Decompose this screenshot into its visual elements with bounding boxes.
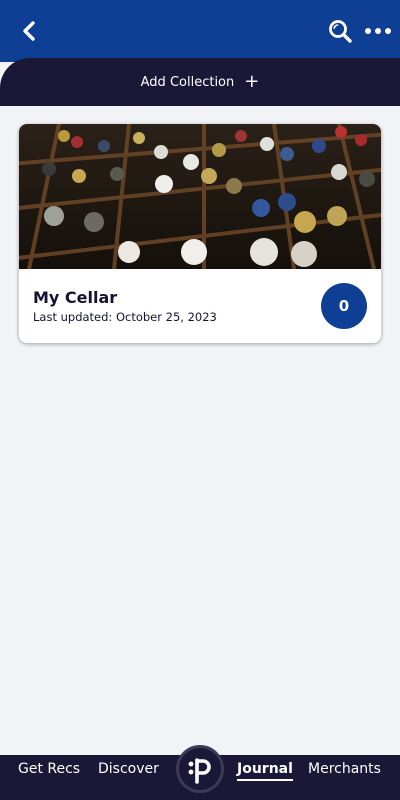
add-collection-button[interactable]: Add Collection + [0,58,400,106]
top-app-bar [0,0,400,62]
wine-bottles-image [19,124,381,269]
collection-count-badge: 0 [321,283,367,329]
collection-title: My Cellar [33,288,118,307]
nav-get-recs[interactable]: Get Recs [18,759,80,779]
back-button[interactable] [14,16,44,46]
nav-discover[interactable]: Discover [98,759,159,779]
collection-last-updated: Last updated: October 25, 2023 [33,310,217,324]
collection-card[interactable]: My Cellar Last updated: October 25, 2023… [19,124,381,343]
dot-icon [385,28,391,34]
p-logo-icon [188,758,211,784]
plus-icon: + [244,71,260,92]
search-icon[interactable] [326,17,354,45]
dot-icon [365,28,371,34]
nav-journal[interactable]: Journal [237,759,293,781]
chevron-left-icon [23,21,35,41]
dot-icon [375,28,381,34]
nav-merchants[interactable]: Merchants [308,759,381,779]
add-collection-label: Add Collection [140,74,235,90]
home-logo-button[interactable] [176,745,224,793]
